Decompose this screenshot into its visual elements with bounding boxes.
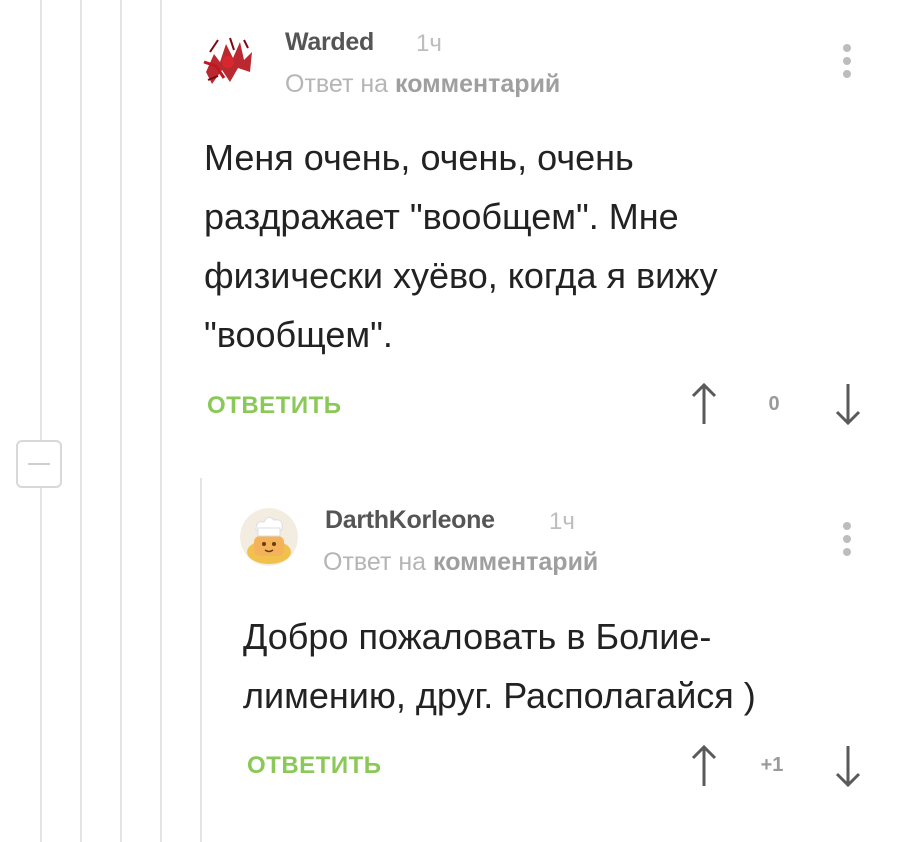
comment-body-line: лимению, друг. Располагайся ) — [243, 675, 756, 716]
comment-body: Меня очень, очень, очень раздражает "воо… — [204, 128, 718, 364]
reply-to-meta: Ответ на комментарий — [323, 548, 598, 577]
upvote-arrow-icon[interactable] — [690, 744, 718, 788]
reply-to-link[interactable]: комментарий — [395, 70, 560, 98]
red-sketch-avatar-icon[interactable] — [200, 32, 258, 90]
comment-body-line: Добро пожаловать в Болие- — [243, 616, 712, 657]
vote-score: 0 — [768, 393, 780, 415]
comment-author[interactable]: Warded — [285, 28, 374, 57]
downvote-arrow-icon[interactable] — [834, 744, 862, 788]
reply-button[interactable]: ОТВЕТИТЬ — [247, 752, 382, 780]
thread-line-1 — [40, 0, 42, 842]
comment-darthkorleone: DarthKorleone 1ч Ответ на комментарий До… — [240, 478, 900, 842]
chef-avatar-icon[interactable] — [240, 508, 298, 566]
comment-warded: Warded 1ч Ответ на комментарий Меня очен… — [200, 0, 900, 440]
comment-body-line: "вообщем". — [204, 314, 393, 355]
collapse-thread-button[interactable] — [16, 440, 62, 488]
reply-to-link[interactable]: комментарий — [433, 548, 598, 576]
downvote-arrow-icon[interactable] — [834, 382, 862, 426]
more-options-icon[interactable] — [841, 44, 853, 83]
reply-to-prefix: Ответ на — [323, 548, 427, 576]
comment-time: 1ч — [416, 30, 442, 57]
comment-author[interactable]: DarthKorleone — [325, 506, 495, 535]
reply-to-prefix: Ответ на — [285, 70, 389, 98]
upvote-arrow-icon[interactable] — [690, 382, 718, 426]
comment-body: Добро пожаловать в Болие- лимению, друг.… — [243, 607, 756, 725]
more-options-icon[interactable] — [841, 522, 853, 561]
thread-line-2 — [80, 0, 82, 842]
minus-icon — [28, 463, 50, 465]
thread-line-5 — [200, 478, 202, 842]
thread-line-3 — [120, 0, 122, 842]
reply-to-meta: Ответ на комментарий — [285, 70, 560, 99]
comment-body-line: физически хуёво, когда я вижу — [204, 255, 718, 296]
comment-body-line: Меня очень, очень, очень — [204, 137, 634, 178]
thread-line-4 — [160, 0, 162, 842]
reply-button[interactable]: ОТВЕТИТЬ — [207, 392, 342, 420]
comment-time: 1ч — [549, 508, 575, 535]
vote-score: +1 — [760, 754, 784, 776]
comment-body-line: раздражает "вообщем". Мне — [204, 196, 679, 237]
